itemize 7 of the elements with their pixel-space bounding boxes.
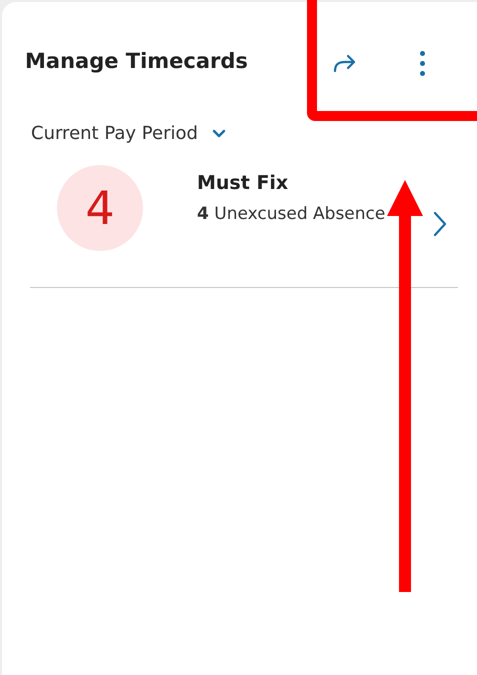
pay-period-dropdown[interactable]: Current Pay Period xyxy=(31,120,226,147)
card-title: Manage Timecards xyxy=(25,48,248,76)
item-detail: 4 Unexcused Absence xyxy=(197,202,386,226)
chevron-right-icon xyxy=(433,211,447,237)
chevron-down-icon xyxy=(212,128,226,138)
count-badge: 4 xyxy=(57,165,143,251)
item-title: Must Fix xyxy=(197,171,290,196)
